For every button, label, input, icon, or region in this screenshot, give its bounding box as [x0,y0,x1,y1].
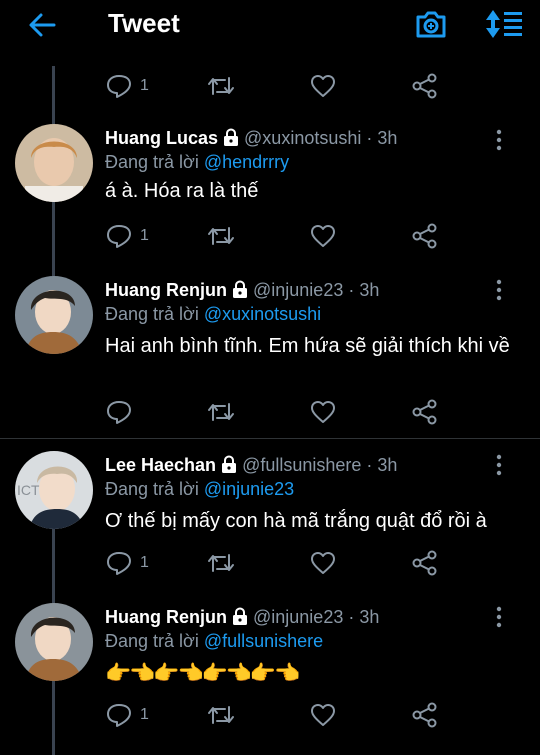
sort-icon[interactable] [484,8,524,40]
retweet-button[interactable] [207,394,235,430]
retweet-icon [208,554,234,572]
avatar[interactable] [15,124,93,202]
share-icon [412,702,437,728]
like-button[interactable] [310,697,336,733]
tweet-actions [0,394,540,430]
display-name[interactable]: Huang Renjun [105,280,227,300]
reply-count: 1 [140,706,149,723]
retweet-button[interactable] [207,218,235,254]
timestamp: · 3h [348,607,380,627]
heart-icon [311,75,335,97]
reply-icon [107,75,131,98]
heart-icon [311,552,335,574]
reply-count: 1 [140,77,149,94]
reply-button[interactable]: 1 [106,68,149,104]
divider [0,438,540,439]
tweet[interactable]: Huang Renjun @injunie23 · 3h Đang trả lời… [0,603,540,753]
lock-icon [233,280,247,298]
display-name[interactable]: Lee Haechan [105,455,216,475]
reply-icon [107,401,131,424]
avatar[interactable] [15,603,93,681]
lock-icon [224,128,239,146]
reply-button[interactable]: 1 [106,545,149,581]
top-bar: Tweet [0,0,540,50]
arrow-left-icon[interactable] [26,10,58,40]
replying-to-label: Đang trả lời [105,304,204,324]
tweet[interactable]: Huang Renjun @injunie23 · 3h Đang trả lời… [0,276,540,436]
tweet-text: á à. Hóa ra là thế [105,180,259,202]
more-options-icon[interactable] [490,605,508,629]
handle: @fullsunishere [242,455,362,475]
like-button[interactable] [310,545,336,581]
avatar[interactable] [15,276,93,354]
reply-button[interactable] [106,394,140,430]
retweet-button[interactable] [207,68,235,104]
reply-button[interactable]: 1 [106,218,149,254]
reply-icon [107,704,131,727]
mention-link[interactable]: @xuxinotsushi [204,304,321,324]
like-button[interactable] [310,68,336,104]
share-icon [412,399,437,425]
reply-button[interactable]: 1 [106,697,149,733]
timestamp: · 3h [366,128,398,148]
tweet-text: Hai anh bình tĩnh. Em hứa sẽ giải thích … [105,335,510,357]
more-options-icon[interactable] [490,453,508,477]
retweet-icon [208,77,234,95]
mention-link[interactable]: @injunie23 [204,479,294,499]
replying-to-label: Đang trả lời [105,479,204,499]
share-button[interactable] [412,697,438,733]
share-icon [412,550,437,576]
page-title: Tweet [108,8,180,38]
more-options-icon[interactable] [490,128,508,152]
tweet[interactable]: ICT Lee Haechan @fullsunishere · 3h Đang … [0,451,540,601]
tweet[interactable]: Huang Lucas @xuxinotsushi · 3h Đang trả l… [0,124,540,254]
timestamp: · 3h [348,280,380,300]
share-button[interactable] [412,394,438,430]
lock-icon [233,607,247,625]
replying-to-label: Đang trả lời [105,631,204,651]
display-name[interactable]: Huang Renjun [105,607,227,627]
timestamp: · 3h [366,455,398,475]
mention-link[interactable]: @fullsunishere [204,631,323,651]
tweet-text: Ơ thế bị mấy con hà mã trắng quật đổ rồi… [105,510,487,532]
heart-icon [311,225,335,247]
tweet-actions: 1 [0,68,540,104]
avatar[interactable]: ICT [15,451,93,529]
tweet-actions: 1 [0,545,540,581]
tweet-actions: 1 [0,218,540,254]
tweet-actions: 1 [0,697,540,733]
share-button[interactable] [412,68,438,104]
reply-count: 1 [140,554,149,571]
reply-icon [107,225,131,248]
lock-icon [222,455,237,473]
retweet-button[interactable] [207,697,235,733]
more-options-icon[interactable] [490,278,508,302]
retweet-icon [208,706,234,724]
svg-text:ICT: ICT [17,482,40,498]
share-button[interactable] [412,545,438,581]
retweet-button[interactable] [207,545,235,581]
share-button[interactable] [412,218,438,254]
tweet-text: 👉👈👉👈👉👈👉👈 [105,662,300,685]
heart-icon [311,401,335,423]
handle: @injunie23 [253,607,344,627]
like-button[interactable] [310,218,336,254]
retweet-icon [208,403,234,421]
reply-icon [107,552,131,575]
replying-to-label: Đang trả lời [105,152,204,172]
share-icon [412,223,437,249]
reply-count: 1 [140,227,149,244]
heart-icon [311,704,335,726]
retweet-icon [208,227,234,245]
display-name[interactable]: Huang Lucas [105,128,218,148]
mention-link[interactable]: @hendrrry [204,152,289,172]
camera-plus-icon[interactable] [414,8,448,40]
like-button[interactable] [310,394,336,430]
share-icon [412,73,437,99]
handle: @injunie23 [253,280,344,300]
handle: @xuxinotsushi [244,128,362,148]
